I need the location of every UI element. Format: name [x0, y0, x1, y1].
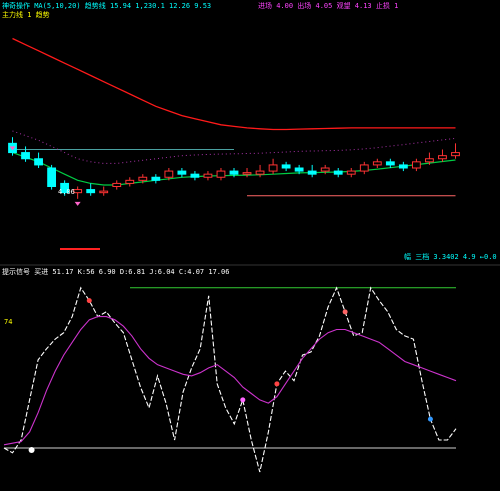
- top-panel-subheader: 主力线 1 趋势: [2, 11, 50, 19]
- signal-dot: [274, 381, 280, 387]
- upper-dotted-envelope: [12, 130, 456, 164]
- signal-dot: [86, 298, 92, 304]
- signal-dot: [342, 309, 348, 315]
- candle-body: [164, 170, 174, 178]
- candle-body: [451, 152, 460, 157]
- low-marker-icon: [74, 201, 81, 206]
- price-panel: [8, 37, 460, 250]
- candle-body: [216, 170, 226, 178]
- signal-dot: [240, 397, 246, 403]
- candle-body: [320, 167, 330, 172]
- indicator-panel: [3, 286, 457, 473]
- candle-body: [294, 167, 304, 172]
- candle-body: [398, 164, 408, 169]
- candle-body: [229, 170, 239, 175]
- candle-body: [438, 155, 447, 160]
- candle-body: [190, 173, 200, 178]
- chart-canvas: [0, 37, 500, 473]
- candle-body: [425, 158, 434, 163]
- top-panel-header: 神奇操作 MA(5,10,20) 趋势线 15.94 1,230.1 12.26…: [2, 2, 212, 10]
- candle-body: [281, 164, 291, 169]
- candle-body: [112, 182, 122, 188]
- bottom-y-label: 74: [4, 318, 13, 326]
- candle-body: [203, 173, 213, 178]
- candle-body: [385, 161, 395, 166]
- candle-body: [268, 164, 278, 172]
- candle-body: [359, 164, 369, 172]
- candle-body: [34, 158, 43, 166]
- volume-bar: [60, 248, 100, 250]
- top-panel-header-right: 进场 4.00 出场 4.05 观望 4.13 止损 1: [258, 2, 399, 10]
- candle-body: [125, 179, 135, 184]
- candle-body: [242, 172, 252, 175]
- candle-body: [86, 189, 96, 194]
- signal-dot: [427, 416, 433, 422]
- candle-body: [307, 170, 317, 175]
- k-line: [3, 286, 457, 473]
- bottom-panel-header: 提示信号 买进 51.17 K:56 6.90 D:6.81 J:6.04 C:…: [2, 268, 230, 276]
- candle-body: [47, 167, 57, 187]
- candle-body: [333, 170, 343, 175]
- candle-body: [21, 152, 30, 160]
- d-line: [3, 316, 457, 446]
- signal-dot: [28, 446, 35, 453]
- candle-body: [73, 189, 83, 194]
- candle-body: [177, 170, 187, 175]
- candle-body: [255, 170, 265, 175]
- low-price-label: 4.06: [58, 188, 75, 196]
- candle-body: [99, 190, 109, 194]
- candle-body: [138, 176, 148, 181]
- candle-body: [411, 161, 421, 169]
- candle-body: [151, 176, 161, 181]
- long-ma-line: [12, 37, 456, 131]
- candle-body: [372, 161, 382, 166]
- candle-body: [346, 170, 356, 175]
- scale-label: 幅 三档 3.3402 4.9 ←0.0: [404, 253, 497, 261]
